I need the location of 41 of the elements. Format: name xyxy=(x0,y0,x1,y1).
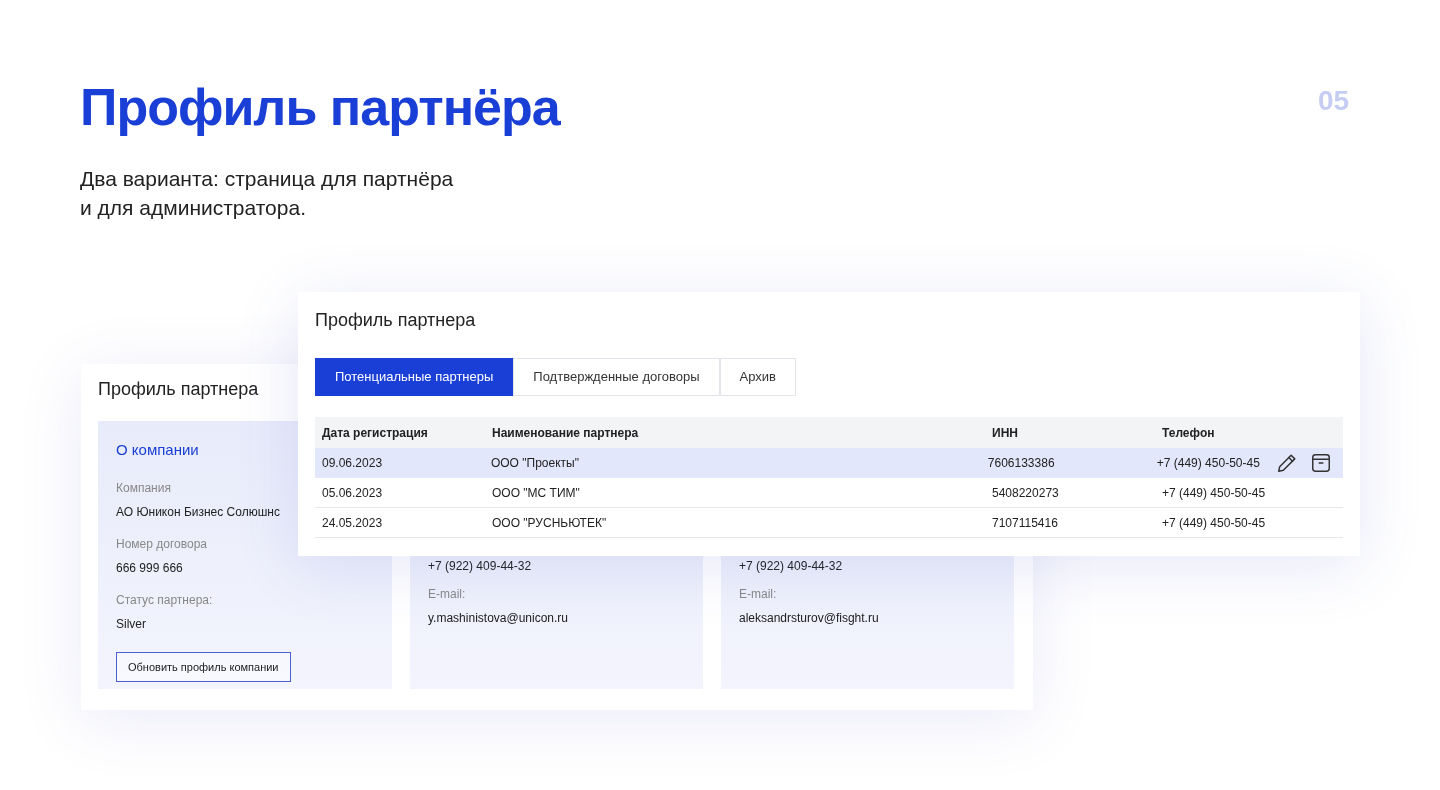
archive-box-icon[interactable] xyxy=(1310,452,1332,474)
field-value: Silver xyxy=(116,615,146,633)
column-header: Дата регистрация xyxy=(322,424,429,442)
email-value: y.mashinistova@unicon.ru xyxy=(428,610,569,627)
slide-title: Профиль партнёра xyxy=(80,77,560,138)
page-number: 05 xyxy=(1318,84,1350,118)
column-header: Телефон xyxy=(1162,424,1216,442)
field-label: E-mail: xyxy=(428,586,466,603)
field-label: Статус партнера: xyxy=(116,591,213,609)
email-value: aleksandrsturov@fisght.ru xyxy=(739,610,879,627)
table-cell-text: 24.05.2023 xyxy=(322,514,384,532)
table-row[interactable]: 09.06.2023 ООО "Проекты" 7606133386 +7 (449) 450-50-45 xyxy=(315,448,1343,478)
table-cell-text: ООО "РУСНЬЮТЕК" xyxy=(492,514,608,532)
table-cell-text: +7 (449) 450-50-45 xyxy=(1162,514,1267,532)
column-header: Наименование партнера xyxy=(492,424,640,442)
update-profile-button[interactable]: Обновить профиль компании xyxy=(116,651,291,682)
table-cell-text: 05.06.2023 xyxy=(322,484,384,502)
table-cell-text: +7 (449) 450-50-45 xyxy=(1156,455,1261,472)
slide-subtitle: Два варианта: страница для партнёра и для администратора. xyxy=(80,166,455,222)
tab[interactable]: Потенциальные партнеры xyxy=(315,358,514,396)
tab[interactable]: Архив xyxy=(719,358,796,396)
field-label: Номер договора xyxy=(116,535,207,553)
table-cell-text: +7 (449) 450-50-45 xyxy=(1162,484,1267,502)
field-value: 666 999 666 xyxy=(116,559,183,577)
tab[interactable]: Подтвержденные договоры xyxy=(513,358,720,396)
card-title: Профиль партнера xyxy=(98,378,259,400)
field-label: Компания xyxy=(116,479,171,497)
phone-value: +7 (922) 409-44-32 xyxy=(428,558,532,575)
card-title: Профиль партнера xyxy=(315,309,476,331)
table-cell-text: 7606133386 xyxy=(987,455,1056,472)
table-cell-text: ООО "МС ТИМ" xyxy=(492,484,581,502)
table-cell-text: 09.06.2023 xyxy=(322,455,384,472)
pencil-icon[interactable] xyxy=(1276,452,1298,474)
table-cell-text: 5408220273 xyxy=(992,484,1060,502)
table-cell-text: ООО "Проекты" xyxy=(490,455,580,472)
phone-value: +7 (922) 409-44-32 xyxy=(739,558,843,575)
field-value: АО Юникон Бизнес Солюшнс xyxy=(116,503,280,521)
column-header: ИНН xyxy=(992,424,1019,442)
panel-heading: О компании xyxy=(116,440,200,460)
table-cell-text: 7107115416 xyxy=(992,514,1059,532)
field-label: E-mail: xyxy=(739,586,777,603)
